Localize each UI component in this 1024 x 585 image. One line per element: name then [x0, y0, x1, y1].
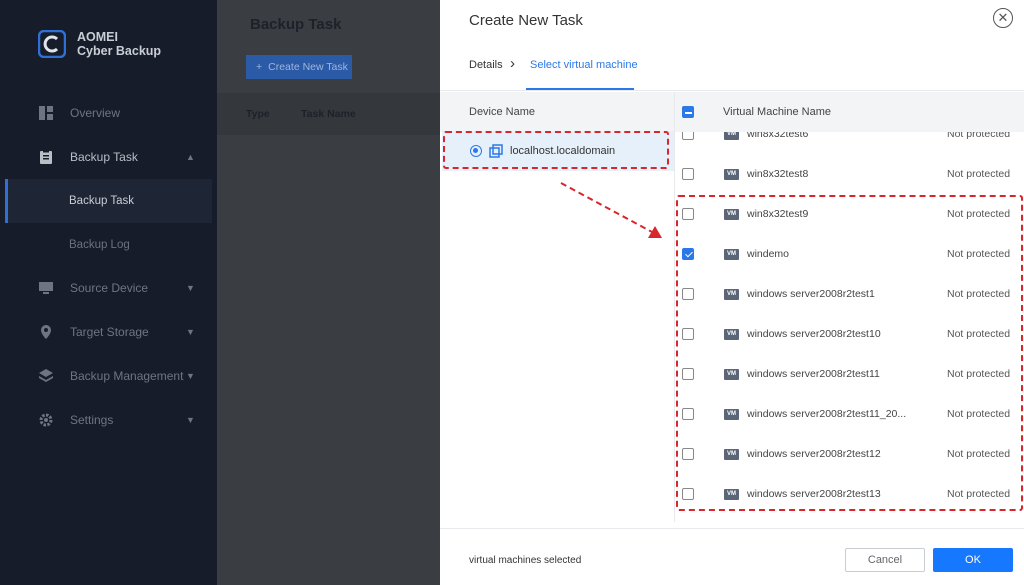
monitor-icon — [39, 282, 53, 294]
app-logo — [38, 30, 66, 58]
sidebar-item-target-storage[interactable]: Target Storage ▼ — [0, 310, 217, 354]
device-column-header: Device Name — [440, 92, 675, 132]
chevron-down-icon: ▼ — [186, 327, 195, 337]
highlight-vm-list — [676, 195, 1023, 511]
sidebar-item-label: Target Storage — [70, 325, 149, 339]
gear-icon — [39, 413, 53, 427]
task-table-header: Type Task Name — [217, 93, 440, 135]
chevron-down-icon: ▼ — [186, 415, 195, 425]
vm-icon: VM — [724, 132, 739, 140]
sidebar-item-label: Backup Management — [70, 369, 184, 383]
create-new-task-label: Create New Task — [268, 61, 348, 73]
plus-icon: + — [256, 61, 263, 73]
step-select-vm[interactable]: Select virtual machine — [530, 59, 638, 71]
chevron-right-icon: › — [510, 55, 515, 72]
brand-line1: AOMEI — [77, 30, 118, 44]
chevron-down-icon: ▼ — [186, 371, 195, 381]
sidebar-item-backup-management[interactable]: Backup Management ▼ — [0, 354, 217, 398]
vm-status: Not protected — [947, 132, 1011, 140]
column-header-type: Type — [246, 108, 270, 120]
brand-line2: Cyber Backup — [77, 44, 162, 58]
ok-button[interactable]: OK — [933, 548, 1013, 572]
vm-status: Not protected — [947, 168, 1011, 180]
cancel-button[interactable]: Cancel — [845, 548, 925, 572]
vm-column-header: Virtual Machine Name — [675, 92, 1024, 132]
sidebar-item-label: Backup Log — [69, 239, 130, 251]
vm-icon: VM — [724, 168, 739, 180]
sidebar-item-label: Backup Task — [69, 195, 134, 207]
brand-name: AOMEI Cyber Backup — [77, 30, 161, 58]
highlight-device — [443, 131, 669, 169]
vm-name: win8x32test8 — [747, 168, 809, 180]
app-root: AOMEI Cyber Backup Overview Backup Task … — [0, 0, 1024, 585]
selection-summary: virtual machines selected — [469, 555, 582, 566]
divider — [440, 528, 1024, 529]
vm-checkbox[interactable] — [682, 168, 694, 180]
select-all-checkbox[interactable] — [682, 106, 694, 118]
overview-icon — [39, 106, 53, 120]
vm-header-label: Virtual Machine Name — [723, 106, 832, 118]
divider — [440, 90, 1024, 91]
page-title: Backup Task — [250, 16, 342, 33]
vm-row[interactable]: VM win8x32test6 Not protected — [675, 132, 1024, 154]
vm-row[interactable]: VM win8x32test8 Not protected — [675, 154, 1024, 194]
sidebar-item-label: Settings — [70, 413, 114, 427]
dialog-title: Create New Task — [469, 12, 583, 29]
column-header-task-name: Task Name — [301, 108, 356, 120]
clipboard-icon — [40, 149, 52, 164]
chevron-down-icon: ▼ — [186, 283, 195, 293]
device-header-label: Device Name — [469, 106, 536, 118]
sidebar-item-settings[interactable]: Settings ▼ — [0, 398, 217, 442]
sidebar-item-overview[interactable]: Overview — [0, 91, 217, 135]
close-icon[interactable]: ✕ — [993, 8, 1013, 28]
sidebar-item-label: Overview — [70, 106, 121, 120]
sidebar-subitem-backup-log[interactable]: Backup Log — [5, 223, 212, 267]
sidebar-item-label: Source Device — [70, 281, 149, 295]
sidebar: AOMEI Cyber Backup Overview Backup Task … — [0, 0, 217, 585]
step-details[interactable]: Details — [469, 59, 503, 71]
vm-name: win8x32test6 — [747, 132, 809, 140]
location-pin-icon — [41, 325, 51, 339]
sidebar-item-label: Backup Task — [70, 150, 138, 164]
sidebar-item-backup-task[interactable]: Backup Task ▲ — [0, 135, 217, 179]
sidebar-subitem-backup-task[interactable]: Backup Task — [5, 179, 212, 223]
sidebar-item-source-device[interactable]: Source Device ▼ — [0, 266, 217, 310]
layers-icon — [39, 369, 53, 382]
vm-checkbox[interactable] — [682, 132, 694, 140]
create-new-task-button[interactable]: + Create New Task — [246, 55, 352, 79]
chevron-up-icon: ▲ — [186, 152, 195, 162]
